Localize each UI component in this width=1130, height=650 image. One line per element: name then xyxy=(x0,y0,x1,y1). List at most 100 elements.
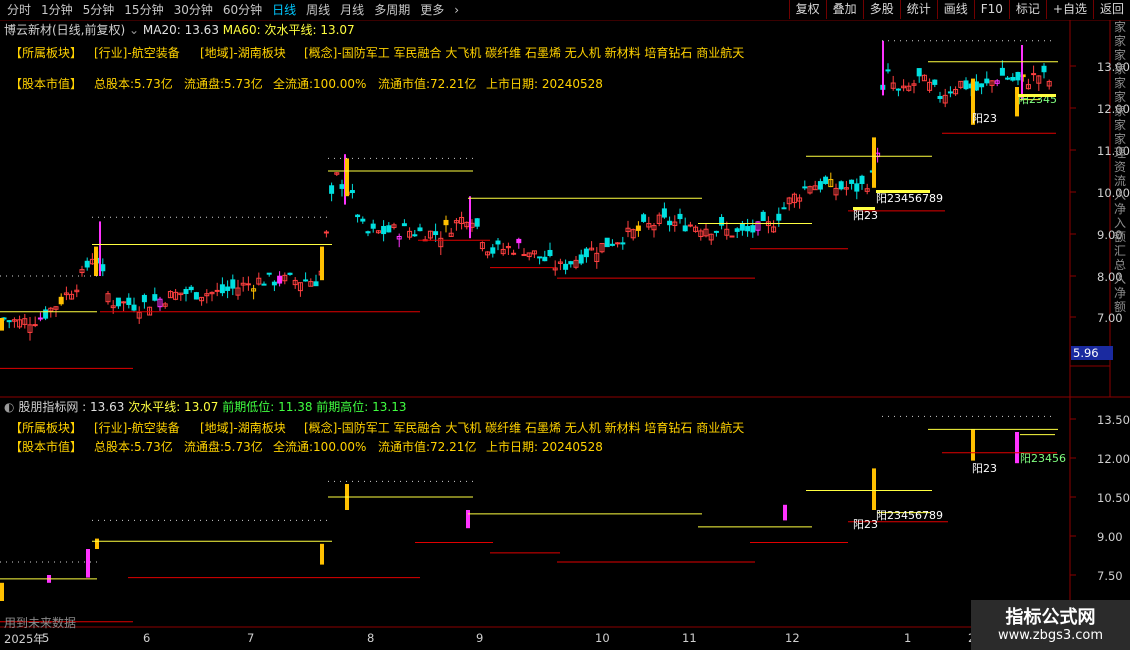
candle-body xyxy=(152,294,158,301)
indicator-name[interactable]: 股朋指标网 xyxy=(18,400,78,414)
candle-body xyxy=(360,218,366,222)
region-text: [地域]-湖南板块 xyxy=(200,46,286,60)
future-data-note: 用到未来数据 xyxy=(4,616,77,630)
candle-body xyxy=(781,207,787,210)
side-strip-char: 净 xyxy=(1113,286,1126,300)
candle-body xyxy=(760,211,766,221)
sub-signal-bar xyxy=(466,510,470,529)
sub-region-text: [地域]-湖南板块 xyxy=(200,421,286,435)
candle-body xyxy=(641,214,647,222)
side-strip-char: 额 xyxy=(1113,230,1126,244)
candle-body xyxy=(849,179,855,184)
sub-signal-bar xyxy=(95,538,99,549)
candle-body xyxy=(823,176,829,184)
candle-body xyxy=(677,213,683,220)
water-line-value: 次水平线: 13.07 xyxy=(128,400,219,414)
candle-body xyxy=(1041,65,1047,73)
sub-y-tick: 12.00 xyxy=(1097,452,1130,466)
side-strip-char: 家 xyxy=(1113,118,1126,132)
side-strip-char: 净 xyxy=(1113,202,1126,216)
signal-annotation: 阳23 xyxy=(972,112,997,125)
candle-body xyxy=(219,284,225,294)
sub-y-tick: 7.50 xyxy=(1097,569,1123,583)
candle-body xyxy=(521,254,527,257)
dropdown-icon[interactable]: ⌄ xyxy=(129,23,139,37)
sub-signal-bar xyxy=(86,549,90,578)
side-strip-char: 入 xyxy=(1113,272,1126,286)
candle-body xyxy=(620,242,626,245)
candle-body xyxy=(329,185,335,194)
candle-body xyxy=(386,225,392,233)
candle-body xyxy=(214,289,220,292)
sub-float-value: 流通市值:72.21亿 xyxy=(378,440,477,454)
candle-body xyxy=(37,317,43,320)
sub-signal-bar xyxy=(783,504,787,521)
candle-body xyxy=(32,324,38,327)
candle-body xyxy=(563,263,569,270)
candle-body xyxy=(667,220,673,226)
candle-body xyxy=(802,186,808,189)
candle-body xyxy=(84,260,90,268)
side-strip-char: 家 xyxy=(1113,76,1126,90)
side-strip-char: 额 xyxy=(1113,300,1126,314)
candle-body xyxy=(739,223,745,231)
settings-icon[interactable]: ◐ xyxy=(4,400,14,414)
candle-body xyxy=(661,208,667,218)
prev-low-value: 前期低位: 11.38 xyxy=(222,400,313,414)
signal-annotation: 阳23456789 xyxy=(876,192,943,205)
float-shares: 流通盘:5.73亿 xyxy=(184,77,263,91)
candle-body xyxy=(999,67,1005,76)
annotation-bar xyxy=(853,207,875,210)
sub-signal-bar xyxy=(1015,432,1019,464)
candle-body xyxy=(578,254,584,264)
x-tick-label: 8 xyxy=(367,631,375,645)
candle-body xyxy=(859,175,865,185)
candle-body xyxy=(984,78,990,84)
watermark-title: 指标公式网 xyxy=(1005,607,1096,628)
signal-bar xyxy=(320,246,324,281)
candle-body xyxy=(141,294,147,303)
sub-total-shares: 总股本:5.73亿 xyxy=(94,440,173,454)
candle-body xyxy=(817,181,823,190)
sub-float-shares: 流通盘:5.73亿 xyxy=(184,440,263,454)
candle-body xyxy=(1005,77,1011,80)
candle-body xyxy=(635,225,641,231)
candle-body xyxy=(323,231,329,234)
annotation-bar xyxy=(1018,94,1056,97)
cursor-price-tag: 5.96 xyxy=(1071,346,1113,360)
market-label: 【股本市值】 xyxy=(10,77,83,91)
chart-canvas[interactable]: 阳2345阳23阳23456789阳23阳23456阳23阳23456789阳2… xyxy=(0,0,1130,650)
sub-y-tick: 9.00 xyxy=(1097,530,1123,544)
candle-body xyxy=(537,256,543,259)
candle-body xyxy=(511,252,517,255)
side-info-strip[interactable]: 家家家家家家家家家理资流入净入额汇总入净额 xyxy=(1110,20,1130,390)
candle-body xyxy=(412,234,418,237)
candle-body xyxy=(745,226,751,232)
candle-body xyxy=(854,183,860,192)
candle-body xyxy=(895,88,901,91)
candle-body xyxy=(277,275,283,284)
candle-body xyxy=(131,304,137,311)
candle-body xyxy=(490,247,496,254)
candle-body xyxy=(937,95,943,99)
site-watermark: 指标公式网 www.zbgs3.com xyxy=(971,600,1130,650)
candle-body xyxy=(474,218,480,227)
sub-y-tick: 10.50 xyxy=(1097,491,1130,505)
sub-signal-annotation: 阳23 xyxy=(853,518,878,531)
ma20-value: MA20: 13.63 xyxy=(142,23,219,37)
candle-body xyxy=(750,225,756,233)
side-strip-char: 入 xyxy=(1113,216,1126,230)
candle-body xyxy=(583,248,589,258)
sub-signal-bar xyxy=(872,468,876,510)
sub-full-float: 全流通:100.00% xyxy=(273,440,367,454)
candle-body xyxy=(121,301,127,304)
watermark-url: www.zbgs3.com xyxy=(997,628,1104,643)
candle-body xyxy=(776,213,782,221)
sub-signal-bar xyxy=(320,543,324,565)
sub-signal-annotation: 阳23456 xyxy=(1020,452,1066,465)
candle-body xyxy=(885,69,891,72)
stock-title[interactable]: 博云新材(日线,前复权) xyxy=(4,23,125,37)
candle-body xyxy=(615,242,621,245)
candle-body xyxy=(287,272,293,275)
candle-body xyxy=(349,190,355,194)
